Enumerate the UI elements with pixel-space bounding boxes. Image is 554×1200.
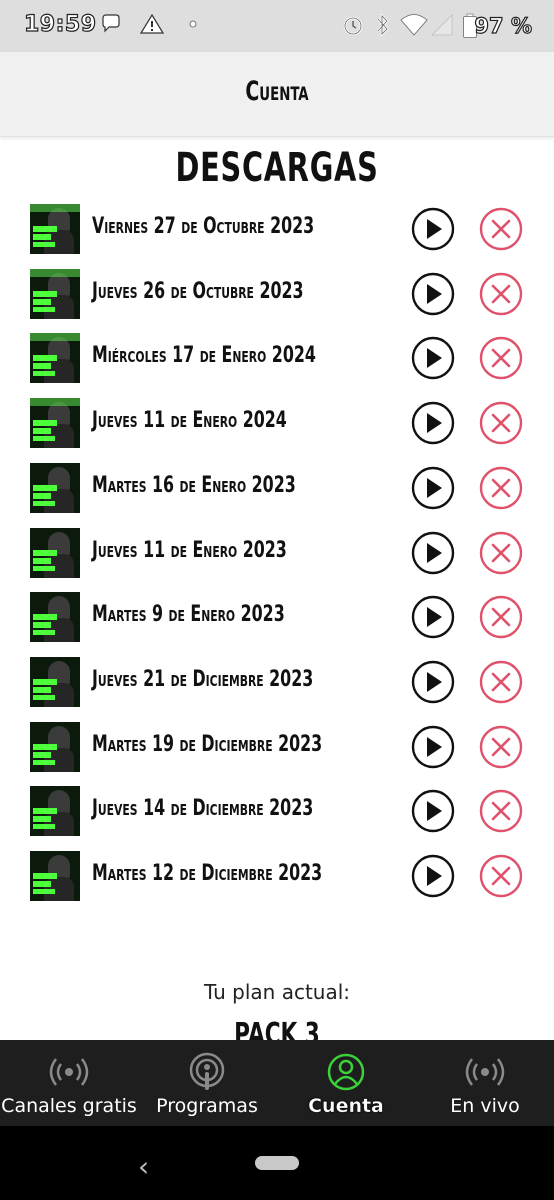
status-time: 19:59 — [23, 11, 97, 37]
delete-button[interactable] — [479, 207, 523, 251]
battery-percent: 97 % — [474, 13, 533, 38]
nav-item-programas[interactable]: Programas — [138, 1040, 276, 1126]
nav-label-programas: Programas — [156, 1095, 258, 1117]
download-row: Jueves 11 de Enero 2024 — [30, 398, 530, 450]
user-icon — [327, 1053, 365, 1091]
account-content[interactable]: DESCARGAS Viernes 27 de Octubre 2023 Juev… — [0, 137, 554, 1040]
live-broadcast-icon — [465, 1058, 505, 1086]
episode-date-label: Miércoles 17 de Enero 2024 — [92, 343, 316, 369]
delete-button[interactable] — [479, 531, 523, 575]
download-row: Martes 16 de Enero 2023 — [30, 462, 530, 515]
delete-button[interactable] — [479, 336, 523, 380]
delete-button[interactable] — [479, 854, 523, 898]
wifi-icon — [400, 14, 428, 36]
episode-thumbnail — [30, 592, 80, 643]
download-row: Jueves 21 de Diciembre 2023 — [30, 656, 530, 709]
download-row: Martes 12 de Diciembre 2023 — [30, 851, 530, 903]
delete-button[interactable] — [479, 272, 523, 316]
alarm-icon — [343, 16, 363, 36]
play-button[interactable] — [411, 789, 455, 833]
home-pill[interactable] — [255, 1156, 299, 1170]
download-row: Martes 9 de Enero 2023 — [30, 592, 530, 644]
nav-item-canales-gratis[interactable]: Canales gratis — [0, 1040, 138, 1126]
bluetooth-icon — [377, 13, 389, 37]
play-button[interactable] — [411, 401, 455, 445]
download-row: Jueves 14 de Diciembre 2023 — [30, 786, 530, 838]
episode-date-label: Jueves 26 de Octubre 2023 — [92, 278, 304, 304]
episode-thumbnail — [30, 462, 80, 513]
podcast-icon — [189, 1052, 225, 1090]
episode-thumbnail — [30, 721, 80, 772]
app-header: Cuenta — [0, 52, 554, 137]
chat-bubble-icon — [102, 14, 120, 33]
play-button[interactable] — [411, 854, 455, 898]
download-row: Miércoles 17 de Enero 2024 — [30, 333, 530, 385]
episode-thumbnail — [30, 851, 80, 901]
play-button[interactable] — [411, 595, 455, 639]
episode-date-label: Jueves 21 de Diciembre 2023 — [92, 666, 314, 692]
download-row: Viernes 27 de Octubre 2023 — [30, 204, 530, 256]
page-title: Cuenta — [245, 76, 309, 107]
delete-button[interactable] — [479, 725, 523, 769]
delete-button[interactable] — [479, 401, 523, 445]
bottom-navigation: Canales gratis Programas Cuenta En vivo — [0, 1040, 554, 1126]
episode-date-label: Viernes 27 de Octubre 2023 — [92, 214, 315, 239]
nav-label-cuenta: Cuenta — [308, 1095, 384, 1117]
episode-thumbnail — [30, 268, 80, 319]
episode-date-label: Martes 16 de Enero 2023 — [92, 472, 296, 498]
status-bar: 19:59 97 % — [0, 0, 554, 52]
delete-button[interactable] — [479, 789, 523, 833]
episode-date-label: Martes 19 de Diciembre 2023 — [92, 731, 323, 757]
nav-item-en-vivo[interactable]: En vivo — [416, 1040, 554, 1126]
episode-date-label: Martes 9 de Enero 2023 — [92, 602, 285, 628]
nav-item-cuenta[interactable]: Cuenta — [276, 1040, 416, 1126]
delete-button[interactable] — [479, 595, 523, 639]
episode-thumbnail — [30, 204, 80, 254]
play-button[interactable] — [411, 466, 455, 510]
episode-date-label: Jueves 14 de Diciembre 2023 — [92, 796, 314, 822]
episode-thumbnail — [30, 656, 80, 707]
episode-thumbnail — [30, 786, 80, 837]
delete-button[interactable] — [479, 466, 523, 510]
current-plan-name: PACK 3 — [234, 1017, 320, 1040]
play-button[interactable] — [411, 336, 455, 380]
play-button[interactable] — [411, 725, 455, 769]
nav-label-canales-gratis: Canales gratis — [1, 1095, 137, 1117]
signal-icon — [431, 14, 453, 36]
warning-icon — [140, 13, 164, 34]
episode-date-label: Martes 12 de Diciembre 2023 — [92, 861, 323, 886]
episode-thumbnail — [30, 333, 80, 384]
download-row: Martes 19 de Diciembre 2023 — [30, 721, 530, 774]
radio-waves-icon — [49, 1058, 89, 1086]
back-icon[interactable]: ‹ — [138, 1150, 149, 1183]
episode-date-label: Jueves 11 de Enero 2024 — [92, 408, 287, 434]
download-row: Jueves 11 de Enero 2023 — [30, 527, 530, 580]
current-plan-label: Tu plan actual: — [203, 980, 351, 1004]
episode-date-label: Jueves 11 de Enero 2023 — [92, 537, 287, 563]
play-button[interactable] — [411, 207, 455, 251]
downloads-title: DESCARGAS — [175, 145, 379, 191]
episode-thumbnail — [30, 398, 80, 449]
nav-label-en-vivo: En vivo — [450, 1095, 520, 1117]
play-button[interactable] — [411, 660, 455, 704]
episode-thumbnail — [30, 527, 80, 578]
play-button[interactable] — [411, 531, 455, 575]
delete-button[interactable] — [479, 660, 523, 704]
dot-icon — [189, 20, 197, 28]
download-row: Jueves 26 de Octubre 2023 — [30, 268, 530, 321]
play-button[interactable] — [411, 272, 455, 316]
